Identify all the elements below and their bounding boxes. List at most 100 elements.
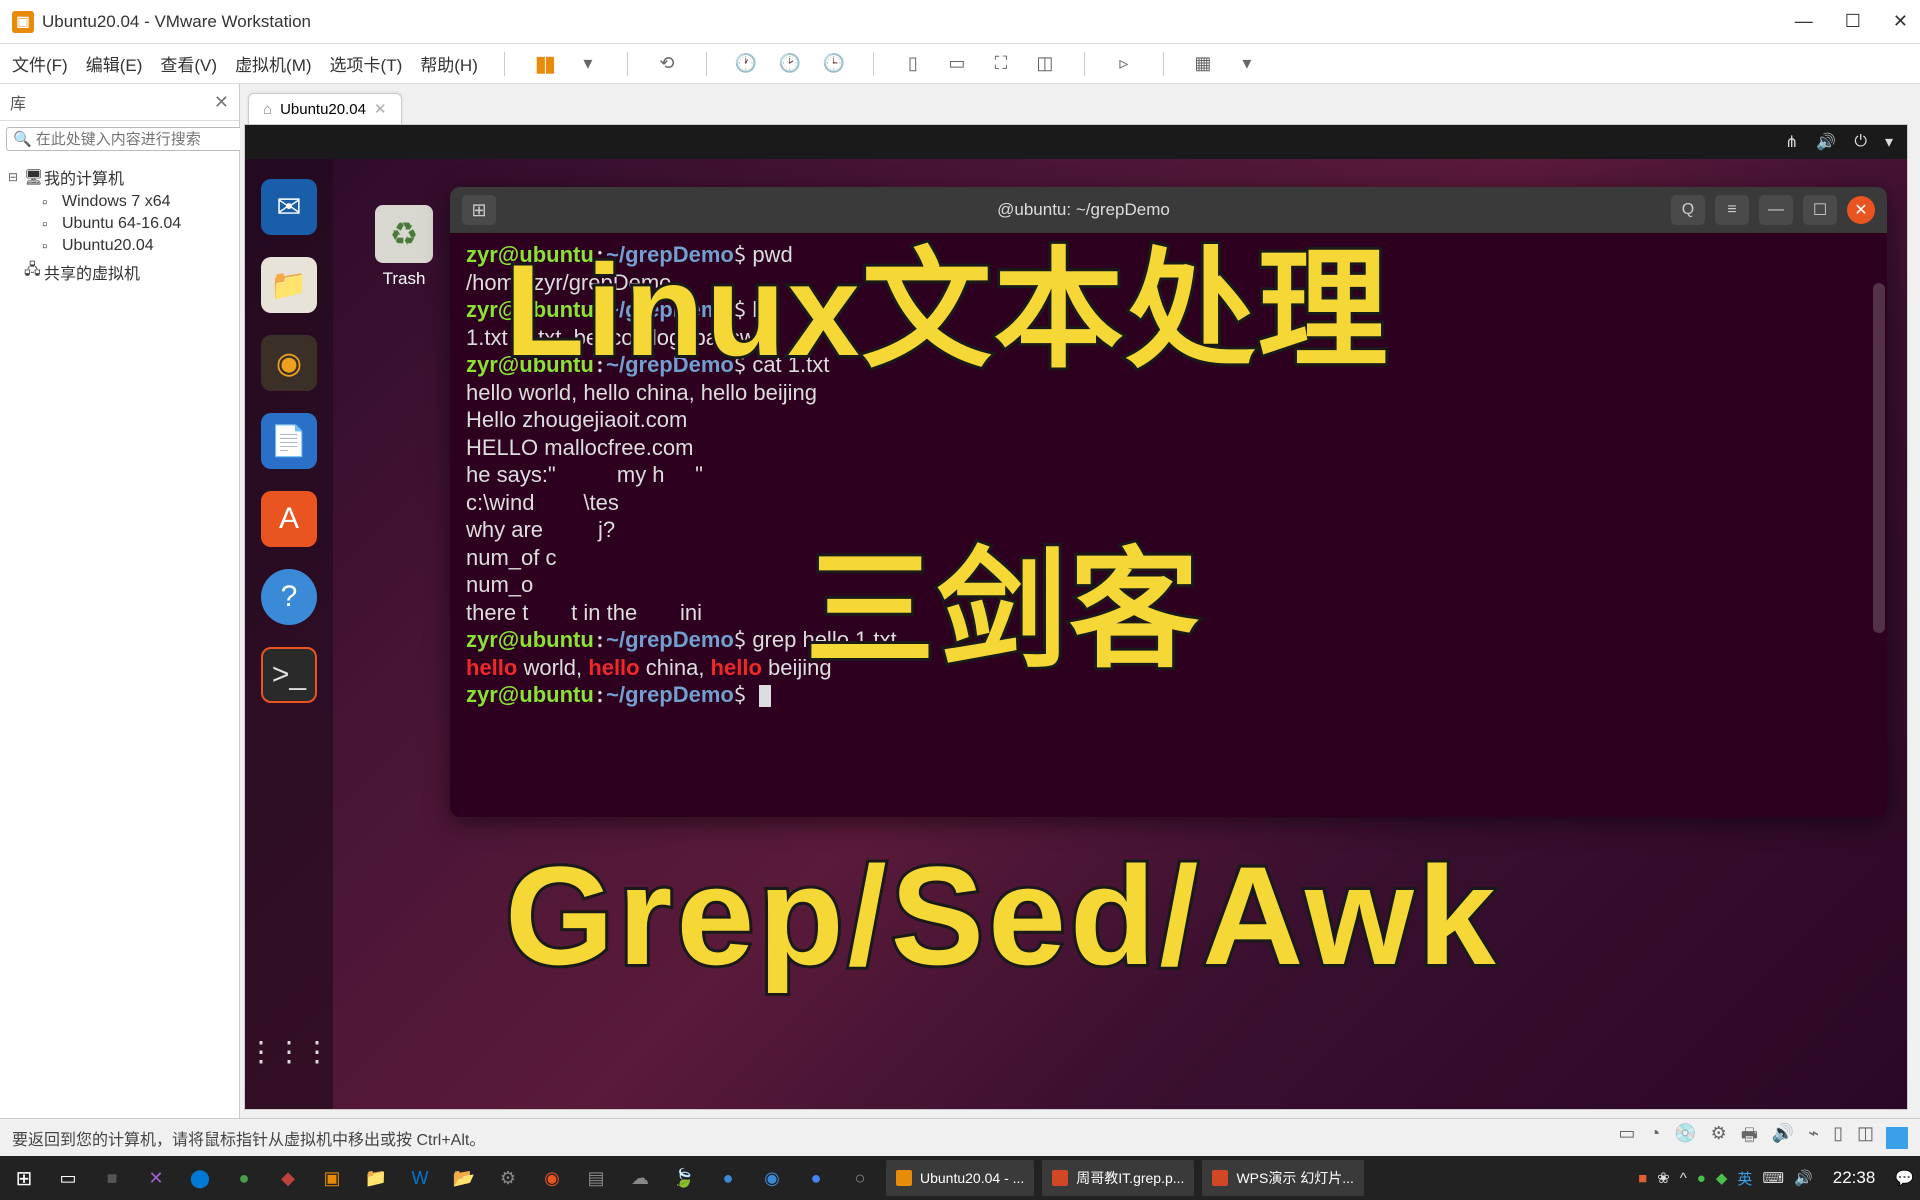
close-library-icon[interactable]: ✕ [214, 92, 229, 113]
power-icon[interactable]: ⏻ [1854, 133, 1867, 151]
taskbar-icon[interactable]: ● [798, 1160, 834, 1196]
device-icon[interactable]: ⌁ [1808, 1123, 1819, 1153]
search-input[interactable] [36, 131, 235, 148]
dock-writer-icon[interactable]: 📄 [261, 413, 317, 469]
tray-icon[interactable]: 英 [1737, 1168, 1752, 1189]
minimize-button[interactable]: — [1795, 11, 1813, 32]
volume-icon[interactable]: 🔊 [1816, 132, 1836, 152]
device-icon[interactable]: 🖶 [1741, 1123, 1758, 1153]
taskbar-app-wps2[interactable]: WPS演示 幻灯片... [1202, 1160, 1363, 1196]
taskbar-icon[interactable]: W [402, 1160, 438, 1196]
menu-edit[interactable]: 编辑(E) [86, 51, 143, 76]
clock1-icon[interactable]: 🕐 [733, 51, 759, 77]
device-icon[interactable]: ◔ [1649, 1123, 1660, 1153]
vm-screen[interactable]: ⋔ 🔊 ⏻ ▾ ✉ 📁 ◉ 📄 A ? >_ ⋮⋮⋮ ♻ Trash [244, 124, 1908, 1110]
desktop-trash[interactable]: ♻ Trash [375, 205, 433, 289]
taskbar-icon[interactable]: 📂 [446, 1160, 482, 1196]
terminal-body[interactable]: zyr@ubuntu:~/grepDemo$ pwd /home/zyr/gre… [450, 233, 1887, 717]
taskbar-icon[interactable]: ○ [842, 1160, 878, 1196]
menu-vm[interactable]: 虚拟机(M) [235, 51, 311, 76]
terminal-search-icon[interactable]: Q [1671, 195, 1705, 225]
close-button[interactable]: ✕ [1893, 11, 1908, 32]
device-icon[interactable]: ⚙ [1711, 1123, 1727, 1153]
taskbar-icon[interactable]: ◉ [534, 1160, 570, 1196]
taskbar-icon[interactable]: 🍃 [666, 1160, 702, 1196]
dock-files-icon[interactable]: 📁 [261, 257, 317, 313]
taskbar-icon[interactable]: ■ [94, 1160, 130, 1196]
taskbar-icon[interactable]: ☁ [622, 1160, 658, 1196]
tray-icon[interactable]: ❀ [1657, 1169, 1670, 1187]
device-icon[interactable]: ◫ [1857, 1123, 1874, 1153]
vm-tab-ubuntu20[interactable]: ⌂ Ubuntu20.04 ✕ [248, 93, 402, 124]
terminal-close-icon[interactable]: ✕ [1847, 196, 1875, 224]
chevron-down-icon[interactable]: ▾ [1885, 132, 1893, 152]
clock2-icon[interactable]: 🕑 [777, 51, 803, 77]
tray-icon[interactable]: ^ [1680, 1170, 1687, 1187]
taskbar-icon[interactable]: ▣ [314, 1160, 350, 1196]
terminal-minimize-icon[interactable]: — [1759, 195, 1793, 225]
close-tab-icon[interactable]: ✕ [374, 100, 387, 118]
clock[interactable]: 22:38 [1823, 1168, 1886, 1188]
terminal-maximize-icon[interactable]: ☐ [1803, 195, 1837, 225]
network-icon[interactable]: ⋔ [1785, 132, 1798, 152]
side-panel-button[interactable] [1886, 1127, 1908, 1149]
menu-file[interactable]: 文件(F) [12, 51, 68, 76]
tree-item-ubuntu20[interactable]: ▫ Ubuntu20.04 [8, 235, 231, 257]
tray-icon[interactable]: ◆ [1716, 1169, 1728, 1187]
dock-software-icon[interactable]: A [261, 491, 317, 547]
taskview-icon[interactable]: ▭ [50, 1160, 86, 1196]
dock-apps-icon[interactable]: ⋮⋮⋮ [261, 1023, 317, 1079]
terminal-menu-icon[interactable]: ≡ [1715, 195, 1749, 225]
notifications-icon[interactable]: 💬 [1895, 1169, 1914, 1187]
start-button[interactable]: ⊞ [6, 1160, 42, 1196]
tree-root-my-computer[interactable]: ⊟ 🖥 我的计算机 [8, 163, 231, 191]
console-icon[interactable]: ▹ [1111, 51, 1137, 77]
tree-item-ubuntu16[interactable]: ▫ Ubuntu 64-16.04 [8, 213, 231, 235]
tools-icon[interactable]: ▦ [1190, 51, 1216, 77]
clock3-icon[interactable]: 🕒 [821, 51, 847, 77]
taskbar-icon[interactable]: ● [710, 1160, 746, 1196]
terminal-window[interactable]: ⊞ @ubuntu: ~/grepDemo Q ≡ — ☐ ✕ zyr@ubun… [450, 187, 1887, 817]
dock-help-icon[interactable]: ? [261, 569, 317, 625]
pause-icon[interactable]: ▮▮ [531, 51, 557, 77]
device-icon[interactable]: 💿 [1674, 1123, 1696, 1153]
new-tab-button[interactable]: ⊞ [462, 195, 496, 225]
collapse-icon[interactable]: ⊟ [8, 170, 24, 184]
tray-icon[interactable]: 🔊 [1794, 1169, 1813, 1187]
tray-icon[interactable]: ⌨ [1762, 1169, 1784, 1187]
dock-rhythmbox-icon[interactable]: ◉ [261, 335, 317, 391]
snapshot-icon[interactable]: ⟲ [654, 51, 680, 77]
search-box[interactable]: 🔍 [6, 127, 242, 151]
tray-icon[interactable]: ■ [1638, 1170, 1647, 1187]
dock-thunderbird-icon[interactable]: ✉ [261, 179, 317, 235]
tree-item-windows7[interactable]: ▫ Windows 7 x64 [8, 191, 231, 213]
taskbar-icon[interactable]: ⚙ [490, 1160, 526, 1196]
maximize-button[interactable]: ☐ [1845, 11, 1861, 32]
taskbar-icon[interactable]: ● [226, 1160, 262, 1196]
tray-icon[interactable]: ● [1697, 1170, 1706, 1187]
taskbar-app-wps1[interactable]: 周哥教IT.grep.p... [1042, 1160, 1194, 1196]
taskbar-app-vmware[interactable]: Ubuntu20.04 - ... [886, 1160, 1034, 1196]
device-icon[interactable]: ▭ [1618, 1123, 1635, 1153]
dropdown-icon[interactable]: ▾ [575, 51, 601, 77]
device-icon[interactable]: 🔊 [1772, 1123, 1794, 1153]
dock-terminal-icon[interactable]: >_ [261, 647, 317, 703]
dropdown2-icon[interactable]: ▾ [1234, 51, 1260, 77]
taskbar-icon[interactable]: ◆ [270, 1160, 306, 1196]
grep-match: hello [711, 655, 762, 680]
menu-view[interactable]: 查看(V) [160, 51, 217, 76]
menu-help[interactable]: 帮助(H) [420, 51, 478, 76]
taskbar-icon[interactable]: ▤ [578, 1160, 614, 1196]
taskbar-icon[interactable]: 📁 [358, 1160, 394, 1196]
taskbar-icon[interactable]: ✕ [138, 1160, 174, 1196]
taskbar-icon[interactable]: ◉ [754, 1160, 790, 1196]
menu-tabs[interactable]: 选项卡(T) [330, 51, 403, 76]
taskbar-icon[interactable]: ⬤ [182, 1160, 218, 1196]
device-icon[interactable]: ▯ [1833, 1123, 1843, 1153]
layout1-icon[interactable]: ▯ [900, 51, 926, 77]
fullscreen-icon[interactable]: ⛶ [988, 51, 1014, 77]
terminal-scrollbar[interactable] [1873, 283, 1885, 633]
layout2-icon[interactable]: ▭ [944, 51, 970, 77]
tree-shared-vms[interactable]: 🖧 共享的虚拟机 [8, 257, 231, 286]
unity-icon[interactable]: ◫ [1032, 51, 1058, 77]
